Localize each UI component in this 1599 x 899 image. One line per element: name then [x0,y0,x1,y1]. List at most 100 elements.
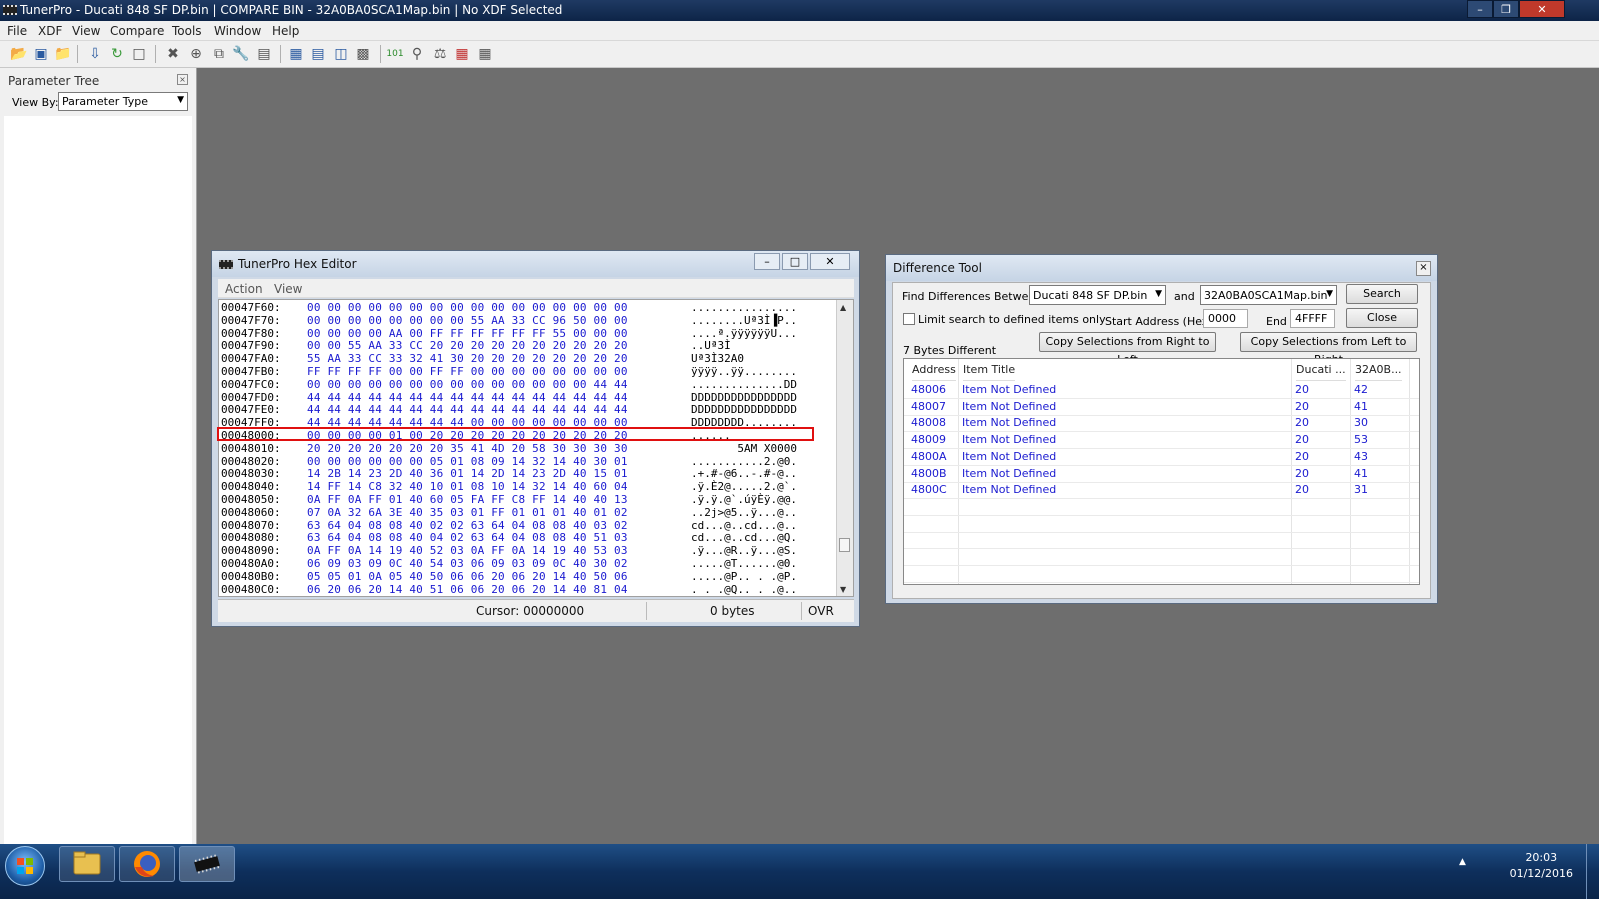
hex-row[interactable]: 00047F80: 00 00 00 00 AA 00 FF FF FF FF F… [219,327,835,340]
tray-expand-icon[interactable]: ▲ [1459,857,1466,867]
hex-bytes[interactable]: 05 05 01 0A 05 40 50 06 06 20 06 20 14 4… [307,570,628,583]
hex-bytes[interactable]: 07 0A 32 6A 3E 40 35 03 01 FF 01 01 01 4… [307,506,628,519]
menu-xdf[interactable]: XDF [38,24,62,38]
hex-ascii[interactable]: .ÿ...@R..ÿ...@S. [691,544,797,557]
end-address-input[interactable]: 4FFFF [1290,309,1335,328]
hex-row[interactable]: 000480C0: 06 20 06 20 14 40 51 06 06 20 0… [219,583,835,596]
difference-row[interactable]: 4800B Item Not Defined 20 41 [904,466,1419,483]
monitor-icon[interactable]: ▩ [354,45,372,63]
hex-row[interactable]: 00048060: 07 0A 32 6A 3E 40 35 03 01 FF 0… [219,506,835,519]
hex-ascii[interactable]: cd...@..cd...@.. [691,519,797,532]
scroll-up-icon[interactable]: ▲ [840,303,846,312]
hex-bytes[interactable]: 00 00 00 00 00 00 00 00 00 00 00 00 00 0… [307,301,628,314]
hex-bytes[interactable]: 00 00 00 00 AA 00 FF FF FF FF FF FF 55 0… [307,327,628,340]
open-folder-icon[interactable]: 📂 [10,45,28,63]
hex-row[interactable]: 00048090: 0A FF 0A 14 19 40 52 03 0A FF 0… [219,544,835,557]
system-clock[interactable]: 20:03 01/12/2016 [1510,850,1573,882]
hex-row[interactable]: 00048030: 14 2B 14 23 2D 40 36 01 14 2D 1… [219,467,835,480]
hex-ascii[interactable]: .ÿ.È2@.....2.@`. [691,480,797,493]
hex-bytes[interactable]: 55 AA 33 CC 33 32 41 30 20 20 20 20 20 2… [307,352,628,365]
hex-ascii[interactable]: DDDDDDDDDDDDDDDD [691,403,797,416]
hex-row[interactable]: 00048070: 63 64 04 08 08 40 02 02 63 64 0… [219,519,835,532]
hex-bytes[interactable]: 63 64 04 08 08 40 02 02 63 64 04 08 08 4… [307,519,628,532]
delete-icon[interactable]: ✖ [164,45,182,63]
close-panel-icon[interactable]: × [177,74,188,85]
hex-row[interactable]: 00047F60: 00 00 00 00 00 00 00 00 00 00 0… [219,301,835,314]
new-document-icon[interactable]: □ [130,45,148,63]
hex-bytes[interactable]: 06 20 06 20 14 40 51 06 06 20 06 20 14 4… [307,583,628,596]
column-header-file-a[interactable]: Ducati ... [1296,359,1346,381]
menu-view[interactable]: View [274,282,302,296]
hex-ascii[interactable]: ÿÿÿÿ..ÿÿ........ [691,365,797,378]
hex-bytes[interactable]: 14 FF 14 C8 32 40 10 01 08 10 14 32 14 4… [307,480,628,493]
hex-bytes[interactable]: 14 2B 14 23 2D 40 36 01 14 2D 14 23 2D 4… [307,467,628,480]
difference-row[interactable]: 4800C Item Not Defined 20 31 [904,482,1419,500]
taskbar-explorer[interactable] [59,846,115,882]
info-window-icon[interactable]: ◫ [332,45,350,63]
hex-row[interactable]: 00048020: 00 00 00 00 00 00 05 01 08 09 1… [219,455,835,468]
file-b-select[interactable]: 32A0BA0SCA1Map.bin ▼ [1200,285,1337,305]
start-button[interactable] [5,846,45,886]
calculator-icon[interactable]: ▦ [476,45,494,63]
difference-tool-titlebar[interactable]: Difference Tool × [886,255,1437,281]
import-icon[interactable]: ⇩ [86,45,104,63]
hex-ascii[interactable]: ................ [691,301,797,314]
hex-bytes[interactable]: 0A FF 0A 14 19 40 52 03 0A FF 0A 14 19 4… [307,544,628,557]
menu-action[interactable]: Action [225,282,263,296]
scroll-down-icon[interactable]: ▼ [840,585,846,594]
hex-bytes[interactable]: 00 00 55 AA 33 CC 20 20 20 20 20 20 20 2… [307,339,628,352]
close-icon[interactable]: × [1416,261,1431,276]
hex-row[interactable]: 00048010: 20 20 20 20 20 20 20 35 41 4D 2… [219,442,835,455]
hex-row[interactable]: 00048080: 63 64 04 08 08 40 04 02 63 64 0… [219,531,835,544]
close-button[interactable]: ✕ [810,253,850,270]
menu-tools[interactable]: Tools [172,24,202,38]
hex-row[interactable]: 00047FB0: FF FF FF FF 00 00 FF FF 00 00 0… [219,365,835,378]
hex-row[interactable]: 00047FE0: 44 44 44 44 44 44 44 44 44 44 4… [219,403,835,416]
open-compare-icon[interactable]: 📁 [54,45,72,63]
difference-row[interactable]: 4800A Item Not Defined 20 43 [904,449,1419,466]
menu-help[interactable]: Help [272,24,299,38]
show-desktop-button[interactable] [1586,844,1599,899]
minimize-button[interactable]: – [1467,0,1493,18]
copy-icon[interactable]: ⧉ [210,45,228,63]
difference-tool-icon[interactable]: ▦ [453,45,471,63]
hex-bytes[interactable]: 00 00 00 00 00 00 00 00 55 AA 33 CC 96 5… [307,314,628,327]
hex-ascii[interactable]: 5AM X0000 [691,442,797,455]
hex-bytes[interactable]: 00 00 00 00 00 00 00 00 00 00 00 00 00 0… [307,378,628,391]
hex-ascii[interactable]: cd...@..cd...@Q. [691,531,797,544]
hex-ascii[interactable]: .+.#-@6..-.#-@.. [691,467,797,480]
hex-bytes[interactable]: 63 64 04 08 08 40 04 02 63 64 04 08 08 4… [307,531,628,544]
copy-left-to-right-button[interactable]: Copy Selections from Left to Right [1240,332,1417,366]
hex-ascii[interactable]: ..............DD [691,378,797,391]
hex-row[interactable]: 00047FC0: 00 00 00 00 00 00 00 00 00 00 0… [219,378,835,391]
hex-row[interactable]: 000480B0: 05 05 01 0A 05 40 50 06 06 20 0… [219,570,835,583]
hex-row[interactable]: 00047F70: 00 00 00 00 00 00 00 00 55 AA 3… [219,314,835,327]
close-button[interactable]: ✕ [1519,0,1565,18]
hex-bytes[interactable]: 06 09 03 09 0C 40 54 03 06 09 03 09 0C 4… [307,557,628,570]
taskbar-tunerpro[interactable] [179,846,235,882]
hex-bytes[interactable]: FF FF FF FF 00 00 FF FF 00 00 00 00 00 0… [307,365,628,378]
minimize-button[interactable]: – [754,253,780,270]
binary-hex-icon[interactable]: 101 [386,45,404,63]
hex-view[interactable]: 000480C0: 06 20 06 20 14 40 51 06 06 20 0… [218,299,854,597]
hex-ascii[interactable]: ........Uª3Ì▐P.. [691,314,797,327]
hex-row[interactable]: 00047FA0: 55 AA 33 CC 33 32 41 30 20 20 2… [219,352,835,365]
hex-ascii[interactable]: ..Uª3Ì [691,339,731,352]
refresh-icon[interactable]: ↻ [108,45,126,63]
hex-row[interactable]: 000480A0: 06 09 03 09 0C 40 54 03 06 09 0… [219,557,835,570]
compare-scale-icon[interactable]: ⚖ [431,45,449,63]
hex-bytes[interactable]: 20 20 20 20 20 20 20 35 41 4D 20 58 30 3… [307,442,628,455]
menu-window[interactable]: Window [214,24,261,38]
hex-row[interactable]: 00048050: 0A FF 0A FF 01 40 60 05 FA FF C… [219,493,835,506]
taskbar-firefox[interactable] [119,846,175,882]
hex-bytes[interactable]: 00 00 00 00 00 00 05 01 08 09 14 32 14 4… [307,455,628,468]
hex-ascii[interactable]: ...........2.@0. [691,455,797,468]
table-view-icon[interactable]: ▦ [287,45,305,63]
hex-editor-titlebar[interactable]: TunerPro Hex Editor – □ ✕ [212,251,859,277]
page-icon[interactable]: ▤ [255,45,273,63]
column-header-item-title[interactable]: Item Title [963,359,1016,381]
difference-row[interactable]: 48006 Item Not Defined 20 42 [904,382,1419,399]
hex-ascii[interactable]: .....@T......@0. [691,557,797,570]
save-icon[interactable]: ▣ [32,45,50,63]
start-address-input[interactable]: 0000 [1203,309,1248,328]
